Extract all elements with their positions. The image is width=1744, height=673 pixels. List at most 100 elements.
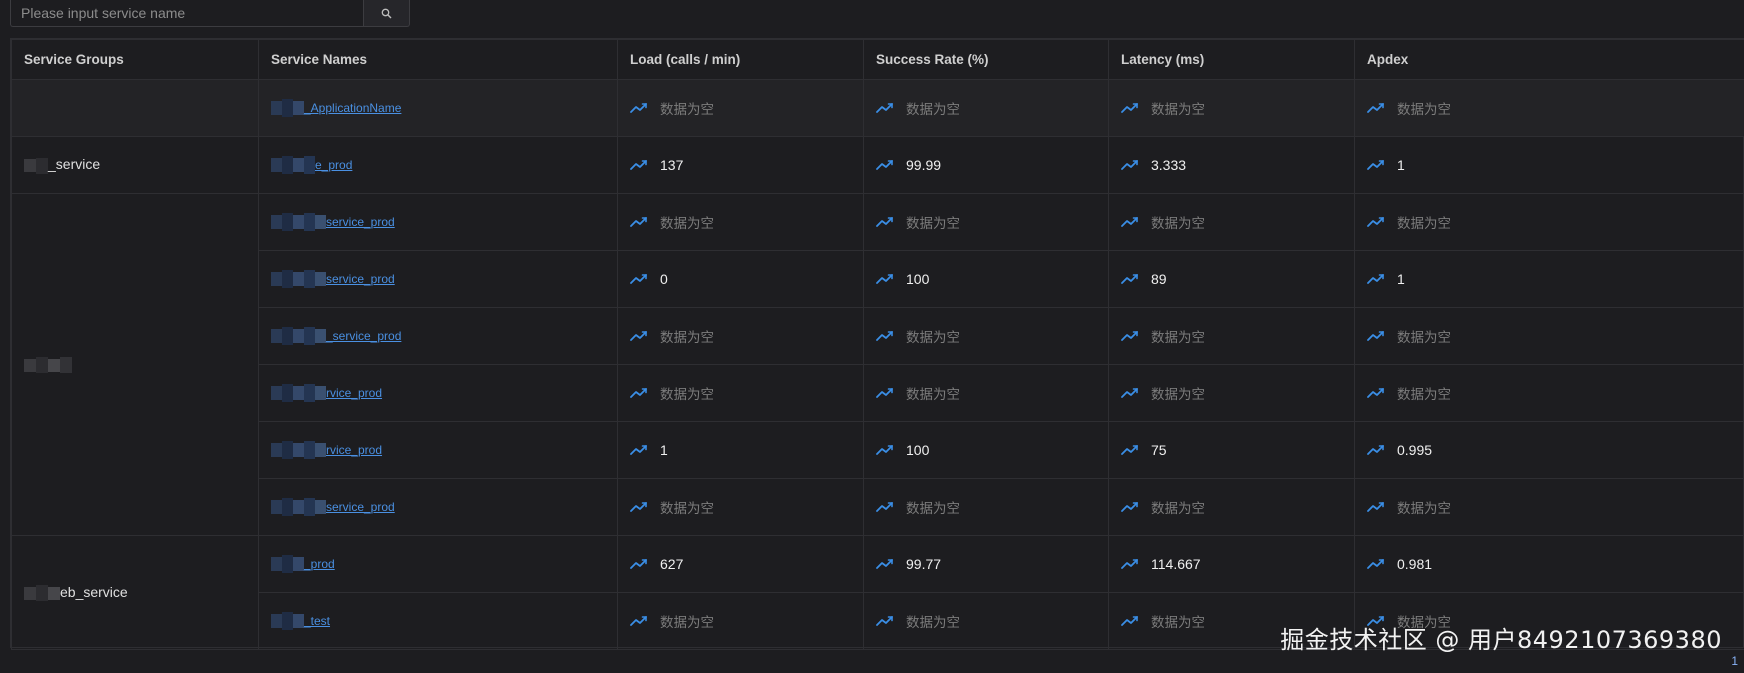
- service-name-cell: rvice_prod: [258, 364, 618, 422]
- empty-data-text: 数据为空: [1397, 330, 1451, 345]
- service-name-link[interactable]: service_prod: [326, 215, 395, 229]
- trend-line-icon[interactable]: [1367, 102, 1385, 114]
- trend-line-icon[interactable]: [1367, 330, 1385, 342]
- trend-line-icon[interactable]: [630, 387, 648, 399]
- search-button[interactable]: [363, 0, 410, 27]
- latency-cell-value: 3.333: [1151, 157, 1187, 173]
- trend-line-icon[interactable]: [876, 159, 894, 171]
- empty-data-text: 数据为空: [660, 615, 714, 630]
- redacted-name-mosaic: [271, 612, 304, 630]
- empty-data-text: 数据为空: [660, 330, 714, 345]
- latency-cell: 数据为空: [1108, 364, 1355, 422]
- trend-line-icon[interactable]: [876, 615, 894, 627]
- trend-line-icon[interactable]: [1121, 501, 1139, 513]
- trend-line-icon[interactable]: [1121, 273, 1139, 285]
- service-name-link[interactable]: _prod: [304, 557, 335, 571]
- trend-line-icon[interactable]: [630, 330, 648, 342]
- redacted-name-mosaic: [271, 270, 326, 288]
- load-cell: 137: [617, 136, 864, 194]
- redacted-name-mosaic: [271, 327, 326, 345]
- trend-line-icon[interactable]: [1367, 558, 1385, 570]
- search-input[interactable]: [10, 0, 363, 27]
- trend-line-icon[interactable]: [1367, 444, 1385, 456]
- trend-line-icon[interactable]: [1367, 387, 1385, 399]
- latency-cell: 数据为空: [1108, 79, 1355, 137]
- service-name-link[interactable]: service_prod: [326, 272, 395, 286]
- trend-line-icon[interactable]: [1121, 102, 1139, 114]
- latency-cell: 75: [1108, 421, 1355, 479]
- service-name-link[interactable]: _ApplicationName: [304, 101, 401, 115]
- service-name-cell: service_prod: [258, 478, 618, 536]
- trend-line-icon[interactable]: [630, 273, 648, 285]
- trend-line-icon[interactable]: [1121, 444, 1139, 456]
- trend-line-icon[interactable]: [876, 330, 894, 342]
- service-name-link[interactable]: service_prod: [326, 500, 395, 514]
- table-row: _service e_prod 137 99.99 3.333 1: [11, 136, 1744, 194]
- apdex-cell: 0.981: [1354, 535, 1744, 593]
- trend-line-icon[interactable]: [1121, 216, 1139, 228]
- empty-data-text: 数据为空: [1151, 102, 1205, 117]
- trend-line-icon[interactable]: [1121, 615, 1139, 627]
- apdex-cell: 数据为空: [1354, 307, 1744, 365]
- trend-line-icon[interactable]: [1121, 387, 1139, 399]
- trend-line-icon[interactable]: [630, 102, 648, 114]
- latency-cell: 89: [1108, 250, 1355, 308]
- trend-line-icon[interactable]: [630, 615, 648, 627]
- trend-line-icon[interactable]: [1121, 159, 1139, 171]
- service-name-link[interactable]: rvice_prod: [326, 386, 382, 400]
- load-cell: 627: [617, 535, 864, 593]
- empty-data-text: 数据为空: [906, 387, 960, 402]
- search-icon: [381, 8, 392, 18]
- success-rate-cell-value: 99.77: [906, 556, 942, 572]
- trend-line-icon[interactable]: [630, 216, 648, 228]
- service-name-link[interactable]: e_prod: [315, 158, 352, 172]
- success-rate-cell: 数据为空: [863, 79, 1109, 137]
- load-cell: 数据为空: [617, 193, 864, 251]
- table-header-row: Service Groups Service Names Load (calls…: [11, 39, 1744, 80]
- empty-data-text: 数据为空: [1397, 387, 1451, 402]
- trend-line-icon[interactable]: [876, 273, 894, 285]
- trend-line-icon[interactable]: [630, 501, 648, 513]
- service-name-cell: _test: [258, 592, 618, 650]
- header-success-rate: Success Rate (%): [863, 39, 1109, 80]
- header-load: Load (calls / min): [617, 39, 864, 80]
- redacted-name-mosaic: [271, 498, 326, 516]
- header-service-groups: Service Groups: [11, 39, 259, 80]
- load-cell: 1: [617, 421, 864, 479]
- empty-data-text: 数据为空: [1151, 501, 1205, 516]
- trend-line-icon[interactable]: [876, 444, 894, 456]
- trend-line-icon[interactable]: [876, 216, 894, 228]
- trend-line-icon[interactable]: [876, 558, 894, 570]
- redacted-group-mosaic: [24, 157, 48, 174]
- load-cell: 数据为空: [617, 478, 864, 536]
- trend-line-icon[interactable]: [1367, 159, 1385, 171]
- service-name-link[interactable]: _test: [304, 614, 330, 628]
- trend-line-icon[interactable]: [1367, 501, 1385, 513]
- trend-line-icon[interactable]: [1367, 216, 1385, 228]
- service-group-cell: [11, 193, 259, 536]
- trend-line-icon[interactable]: [876, 102, 894, 114]
- trend-line-icon[interactable]: [630, 444, 648, 456]
- empty-data-text: 数据为空: [906, 102, 960, 117]
- pagination[interactable]: 1: [1731, 654, 1738, 668]
- apdex-cell: 数据为空: [1354, 478, 1744, 536]
- service-name-link[interactable]: _service_prod: [326, 329, 401, 343]
- trend-line-icon[interactable]: [876, 501, 894, 513]
- trend-line-icon[interactable]: [630, 558, 648, 570]
- trend-line-icon[interactable]: [1121, 558, 1139, 570]
- empty-data-text: 数据为空: [660, 216, 714, 231]
- latency-cell: 数据为空: [1108, 193, 1355, 251]
- table-row: _ApplicationName 数据为空 数据为空 数据为空 数据为空: [11, 79, 1744, 137]
- redacted-name-mosaic: [271, 384, 326, 402]
- table-row: _service_prod 数据为空 数据为空 数据为空 数据为空: [12, 307, 1744, 365]
- redacted-name-mosaic: [271, 99, 304, 117]
- success-rate-cell: 数据为空: [863, 307, 1109, 365]
- service-group-cell: eb_service: [11, 535, 259, 650]
- trend-line-icon[interactable]: [876, 387, 894, 399]
- service-name-link[interactable]: rvice_prod: [326, 443, 382, 457]
- trend-line-icon[interactable]: [630, 159, 648, 171]
- trend-line-icon[interactable]: [1367, 273, 1385, 285]
- success-rate-cell-value: 99.99: [906, 157, 942, 173]
- redacted-name-mosaic: [271, 213, 326, 231]
- trend-line-icon[interactable]: [1121, 330, 1139, 342]
